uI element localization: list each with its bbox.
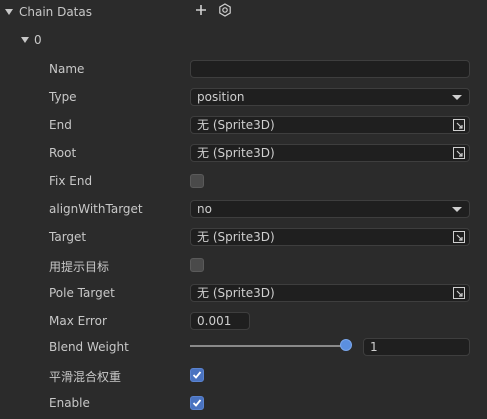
end-object-field[interactable]: 无 (Sprite3D) (190, 116, 470, 134)
field-label: Name (49, 62, 85, 76)
align-dropdown-value: no (197, 202, 212, 216)
blend-weight-input[interactable]: 1 (363, 338, 470, 356)
element-0-header[interactable]: 0 (0, 28, 487, 56)
type-dropdown-value: position (197, 90, 245, 104)
field-label: Pole Target (49, 286, 115, 300)
chain-datas-panel: Chain Datas 0 Name Type position End 无 (… (0, 0, 487, 419)
object-field-value: 无 (Sprite3D) (197, 146, 275, 160)
field-row-type: Type position (0, 84, 487, 112)
field-row-name: Name (0, 56, 487, 84)
object-picker-icon[interactable] (453, 119, 465, 131)
root-object-field[interactable]: 无 (Sprite3D) (190, 144, 470, 162)
field-label: alignWithTarget (49, 202, 143, 216)
field-label: 平滑混合权重 (49, 370, 122, 384)
field-label: Root (49, 146, 77, 160)
dropdown-arrow-icon (452, 207, 462, 212)
max-error-input[interactable]: 0.001 (190, 312, 250, 330)
collapse-caret-icon[interactable] (5, 9, 13, 15)
field-label: Enable (49, 396, 90, 410)
name-input[interactable] (190, 60, 470, 78)
target-object-field[interactable]: 无 (Sprite3D) (190, 228, 470, 246)
checkmark-icon (192, 371, 202, 379)
element-index-label: 0 (34, 33, 42, 47)
type-dropdown[interactable]: position (190, 88, 470, 106)
field-row-blend-weight: Blend Weight 1 (0, 334, 487, 362)
field-label: End (49, 118, 72, 132)
field-row-root: Root 无 (Sprite3D) (0, 140, 487, 168)
field-label: 用提示目标 (49, 260, 110, 274)
field-label: Blend Weight (49, 340, 129, 354)
blend-weight-slider-handle[interactable] (340, 339, 352, 351)
fix-end-checkbox[interactable] (190, 174, 204, 188)
use-hint-target-checkbox[interactable] (190, 258, 204, 272)
field-label: Fix End (49, 174, 93, 188)
field-row-target: Target 无 (Sprite3D) (0, 224, 487, 252)
align-with-target-dropdown[interactable]: no (190, 200, 470, 218)
chain-datas-header[interactable]: Chain Datas (0, 0, 487, 28)
object-field-value: 无 (Sprite3D) (197, 118, 275, 132)
field-row-align-with-target: alignWithTarget no (0, 196, 487, 224)
field-row-max-error: Max Error 0.001 (0, 308, 487, 336)
field-label: Type (49, 90, 77, 104)
field-row-end: End 无 (Sprite3D) (0, 112, 487, 140)
dropdown-arrow-icon (452, 95, 462, 100)
plus-icon[interactable] (194, 3, 208, 17)
field-row-smooth-blend-weight: 平滑混合权重 (0, 362, 487, 390)
blend-weight-slider-track[interactable] (190, 345, 347, 347)
object-field-value: 无 (Sprite3D) (197, 230, 275, 244)
smooth-blend-weight-checkbox[interactable] (190, 368, 204, 382)
field-row-enable: Enable (0, 390, 487, 418)
field-label: Max Error (49, 314, 107, 328)
field-label: Target (49, 230, 87, 244)
object-field-value: 无 (Sprite3D) (197, 286, 275, 300)
object-picker-icon[interactable] (453, 287, 465, 299)
gear-icon[interactable] (218, 3, 232, 17)
object-picker-icon[interactable] (453, 147, 465, 159)
object-picker-icon[interactable] (453, 231, 465, 243)
enable-checkbox[interactable] (190, 396, 204, 410)
field-row-use-hint-target: 用提示目标 (0, 252, 487, 280)
pole-target-object-field[interactable]: 无 (Sprite3D) (190, 284, 470, 302)
field-row-fix-end: Fix End (0, 168, 487, 196)
field-row-pole-target: Pole Target 无 (Sprite3D) (0, 280, 487, 308)
checkmark-icon (192, 399, 202, 407)
collapse-caret-icon[interactable] (21, 37, 29, 43)
section-title: Chain Datas (19, 5, 92, 19)
